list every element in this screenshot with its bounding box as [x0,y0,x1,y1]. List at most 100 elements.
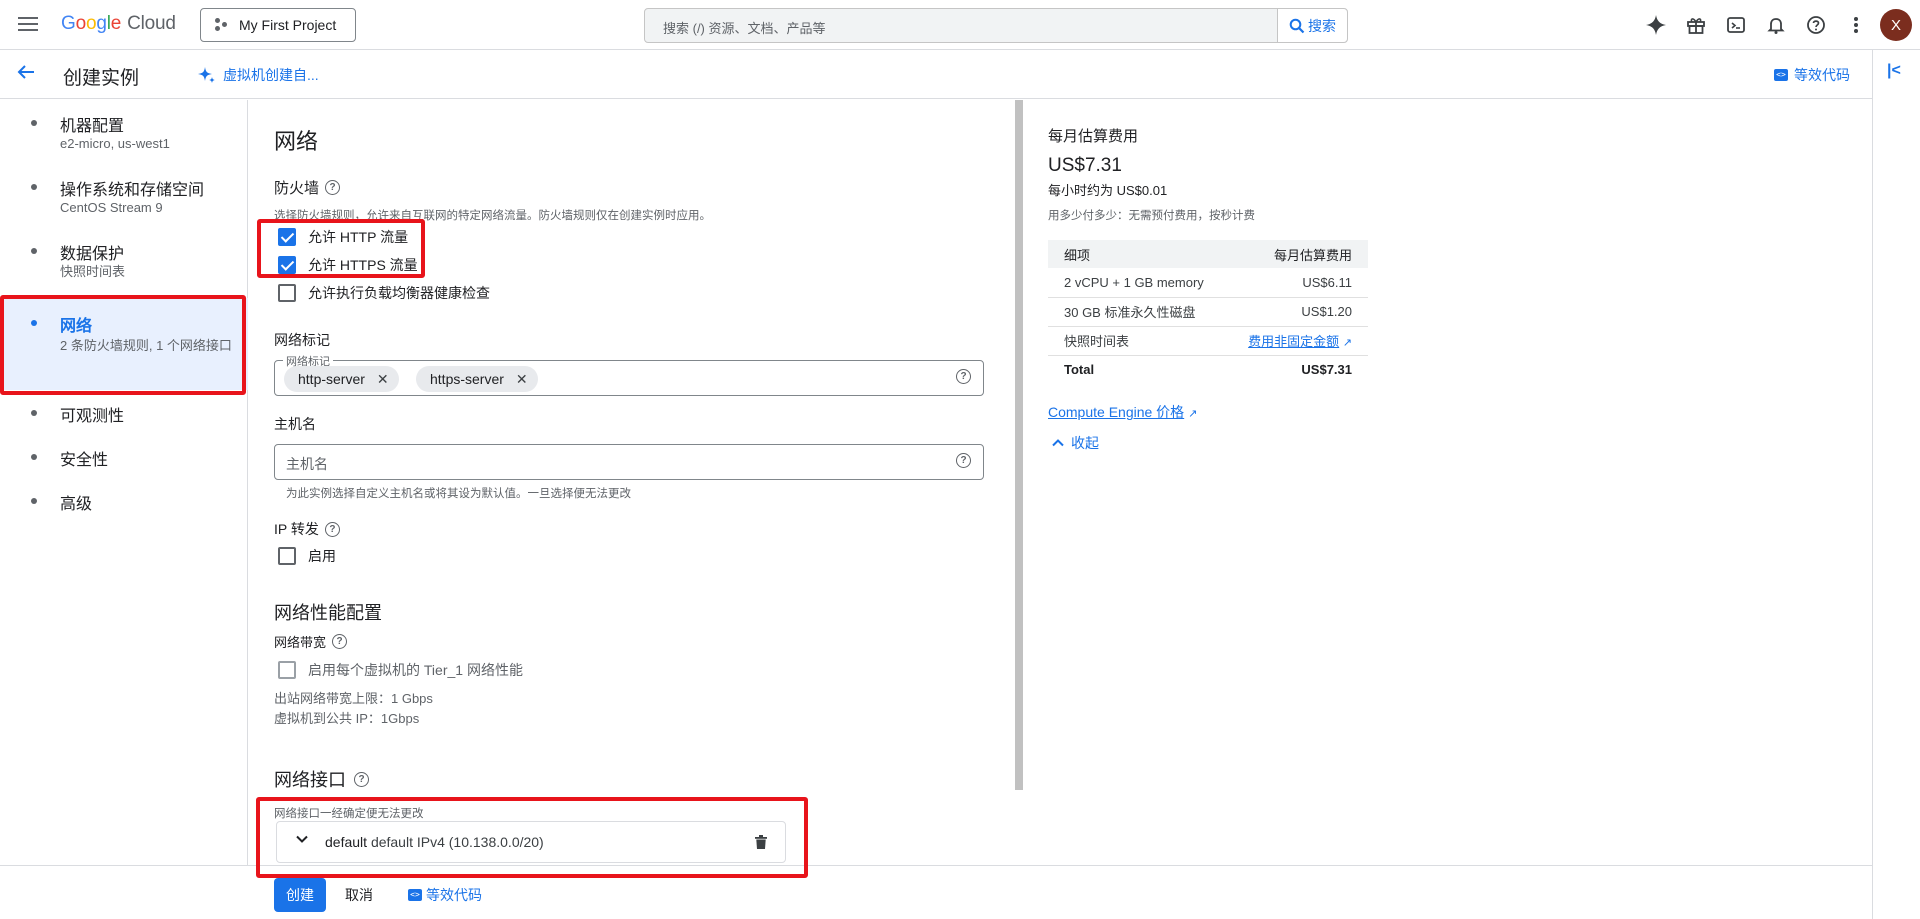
gemini-icon[interactable] [1644,13,1668,37]
help-icon[interactable]: ? [332,634,348,649]
ai-create-link[interactable]: 虚拟机创建自... [197,65,319,85]
gift-icon[interactable] [1684,13,1708,37]
checkbox-checked[interactable] [278,256,296,274]
help-icon[interactable]: ? [354,771,369,787]
hostname-placeholder: 主机名 [286,456,328,472]
project-picker-button[interactable]: My First Project [200,8,356,42]
hostname-input[interactable]: 主机名 ? [274,444,984,480]
tag-chip[interactable]: http-server ✕ [284,366,399,392]
nav-bullet [31,454,37,460]
network-tags-field[interactable]: 网络标记 http-server ✕ https-server ✕ ? [274,353,984,396]
allow-https-checkbox[interactable]: 允许 HTTPS 流量 [278,255,418,275]
nav-item-machine-config[interactable]: 机器配置 e2-micro, us-west1 [0,108,248,160]
nav-bullet [31,410,37,416]
firewall-hint: 选择防火墙规则，允许来自互联网的特定网络流量。防火墙规则仅在创建实例时应用。 [274,210,711,222]
nav-item-data-protection[interactable]: 数据保护 快照时间表 [0,236,248,288]
help-icon[interactable]: ? [325,180,341,195]
firewall-heading: 防火墙 ? [274,177,341,198]
page-header: 创建实例 虚拟机创建自... <> 等效代码 [0,50,1872,99]
variable-cost-link[interactable]: 费用非固定金额 [1248,334,1339,349]
compute-engine-pricing-link[interactable]: Compute Engine 价格 ↗ [1048,402,1197,422]
nav-bullet [31,320,37,326]
help-icon[interactable] [1804,13,1828,37]
nav-item-security[interactable]: 安全性 [0,442,248,478]
tag-chip[interactable]: https-server ✕ [416,366,538,392]
cloud-shell-icon[interactable] [1724,13,1748,37]
table-row: 30 GB 标准永久性磁盘 US$1.20 [1048,297,1368,327]
form-scrollbar[interactable] [1015,100,1023,790]
cost-hourly: 每小时约为 US$0.01 [1048,183,1168,198]
equivalent-code-button[interactable]: <> 等效代码 [408,885,482,905]
bell-icon[interactable] [1764,13,1788,37]
search-placeholder: 搜索 (/) 资源、文档、产品等 [663,21,826,36]
remove-chip-icon[interactable]: ✕ [516,371,528,388]
hostname-heading: 主机名 [274,416,316,432]
section-nav: 机器配置 e2-micro, us-west1 操作系统和存储空间 CentOS… [0,100,248,865]
main-menu-icon[interactable] [16,14,40,36]
page-title: 创建实例 [63,68,140,89]
nav-bullet [31,248,37,254]
search-bar[interactable]: 搜索 (/) 资源、文档、产品等 搜索 [644,8,1348,43]
collapse-link[interactable]: 收起 [1051,433,1099,453]
collapse-panel-icon[interactable]: |< [1887,62,1901,80]
allow-http-checkbox[interactable]: 允许 HTTP 流量 [278,227,408,247]
network-interface-row[interactable]: default default IPv4 (10.138.0.0/20) [276,821,786,863]
network-tags-heading: 网络标记 [274,332,330,348]
nav-item-networking[interactable]: 网络 2 条防火墙规则, 1 个网络接口 [0,298,248,390]
help-icon[interactable]: ? [956,453,971,468]
help-icon[interactable]: ? [956,369,971,384]
cost-amount: US$7.31 [1048,155,1122,176]
create-button[interactable]: 创建 [274,878,326,912]
cancel-button[interactable]: 取消 [345,885,373,905]
checkbox-checked[interactable] [278,228,296,246]
back-arrow-icon[interactable] [16,62,40,86]
chevron-up-icon [1052,439,1064,447]
ip-forwarding-checkbox[interactable]: 启用 [278,546,336,566]
cost-title: 每月估算费用 [1048,128,1139,145]
nav-bullet [31,498,37,504]
nav-bullet [31,120,37,126]
allow-lb-health-checkbox[interactable]: 允许执行负载均衡器健康检查 [278,283,490,303]
project-name: My First Project [239,17,337,33]
cost-table: 细项 每月估算费用 2 vCPU + 1 GB memory US$6.11 3… [1048,240,1368,384]
remove-chip-icon[interactable]: ✕ [377,371,389,388]
chevron-down-icon[interactable] [295,832,309,849]
nav-item-os-storage[interactable]: 操作系统和存储空间 CentOS Stream 9 [0,172,248,224]
table-header: 细项 每月估算费用 [1048,240,1368,268]
interface-detail: default IPv4 (10.138.0.0/20) [370,834,544,850]
equivalent-code-link[interactable]: <> 等效代码 [1774,65,1850,85]
table-row: 快照时间表 费用非固定金额 ↗ [1048,326,1368,356]
network-performance-heading: 网络性能配置 [274,603,382,623]
action-bar: 创建 取消 <> 等效代码 [0,865,1872,919]
nav-item-advanced[interactable]: 高级 [0,486,248,522]
nav-item-observability[interactable]: 可观测性 [0,398,248,434]
top-bar: Google Cloud My First Project 搜索 (/) 资源、文… [0,0,1920,50]
table-row-total: Total US$7.31 [1064,362,1352,378]
search-button[interactable]: 搜索 [1277,9,1347,42]
project-icon [213,17,229,33]
search-icon [1289,18,1305,33]
checkbox-disabled[interactable] [278,661,296,679]
hostname-hint: 为此实例选择自定义主机名或将其设为默认值。一旦选择便无法更改 [286,488,631,500]
more-vert-icon[interactable] [1844,13,1868,37]
public-ip-bandwidth-text: 虚拟机到公共 IP：1Gbps [274,711,420,726]
egress-bandwidth-text: 出站网络带宽上限：1 Gbps [274,691,433,706]
help-icon[interactable]: ? [324,521,340,537]
section-title: 网络 [274,129,319,154]
avatar[interactable]: X [1880,9,1912,41]
google-cloud-logo[interactable]: Google Cloud [61,13,176,35]
external-link-icon: ↗ [1342,337,1352,349]
code-icon: <> [408,889,422,901]
delete-icon[interactable] [755,835,767,849]
network-bandwidth-heading: 网络带宽 ? [274,632,348,651]
nav-bullet [31,184,37,190]
checkbox-unchecked[interactable] [278,547,296,565]
side-panel-rail: |< [1872,50,1920,919]
networking-form: 网络 防火墙 ? 选择防火墙规则，允许来自互联网的特定网络流量。防火墙规则仅在创… [249,100,1014,865]
tier1-checkbox[interactable]: 启用每个虚拟机的 Tier_1 网络性能 [278,660,523,680]
code-icon: <> [1774,69,1788,81]
checkbox-unchecked[interactable] [278,284,296,302]
sparkle-icon [198,67,215,83]
network-interfaces-hint: 网络接口一经确定便无法更改 [274,808,424,820]
ip-forwarding-heading: IP 转发 ? [274,519,340,539]
